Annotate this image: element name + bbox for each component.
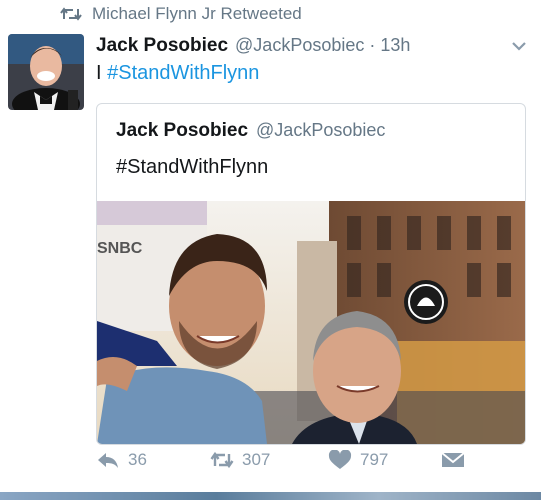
tweet-header: Jack Posobiec @JackPosobiec · 13h — [96, 35, 531, 57]
author-name[interactable]: Jack Posobiec — [96, 35, 228, 57]
avatar-image — [8, 34, 84, 110]
reply-button[interactable]: 36 — [96, 450, 147, 470]
bottom-image-strip — [0, 492, 541, 500]
retweet-banner: Michael Flynn Jr Retweeted — [60, 4, 302, 24]
separator: · — [369, 35, 376, 55]
avatar[interactable] — [8, 34, 84, 110]
quoted-author-handle[interactable]: @JackPosobiec — [256, 120, 385, 141]
envelope-icon — [441, 452, 465, 467]
reply-count: 36 — [128, 450, 147, 469]
reply-icon — [98, 453, 118, 468]
retweet-count: 307 — [242, 450, 271, 469]
retweet-button[interactable]: 307 — [210, 450, 270, 470]
tweet-text: I #StandWithFlynn — [96, 62, 259, 85]
retweet-icon — [210, 451, 234, 469]
direct-message-button[interactable] — [441, 450, 465, 470]
hashtag-link[interactable]: #StandWithFlynn — [107, 62, 259, 84]
like-button[interactable]: 797 — [328, 450, 388, 470]
quoted-tweet-header: Jack Posobiec @JackPosobiec — [116, 120, 385, 142]
author-handle[interactable]: @JackPosobiec · 13h — [235, 35, 410, 56]
retweet-banner-text[interactable]: Michael Flynn Jr Retweeted — [92, 4, 302, 24]
quoted-tweet-photo[interactable]: SNBC — [97, 201, 525, 444]
photo-sign-text: SNBC — [97, 240, 143, 257]
quoted-author-name[interactable]: Jack Posobiec — [116, 120, 248, 142]
quoted-tweet-text: #StandWithFlynn — [116, 156, 269, 178]
like-count: 797 — [360, 450, 389, 469]
quoted-tweet-card[interactable]: Jack Posobiec @JackPosobiec #StandWithFl… — [96, 103, 526, 445]
tweet-time[interactable]: 13h — [380, 35, 410, 55]
chevron-down-icon[interactable] — [511, 40, 527, 52]
retweet-icon — [60, 7, 82, 21]
heart-icon — [328, 450, 352, 469]
tweet-text-prefix: I — [96, 62, 102, 84]
